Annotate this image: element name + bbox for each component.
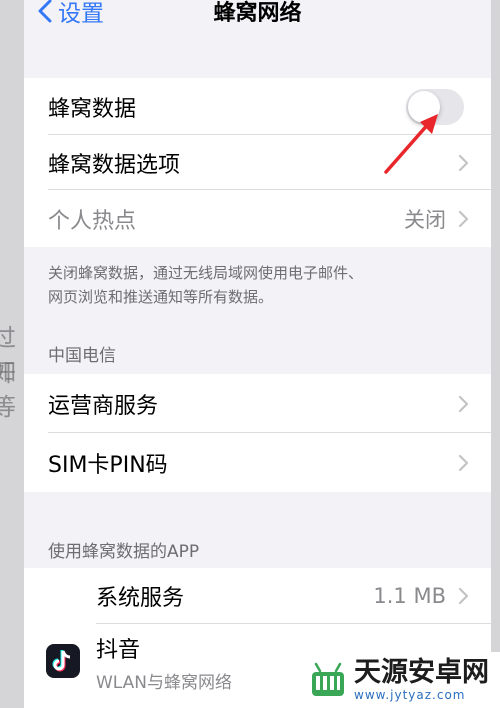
background-ghost-text: 如等 — [0, 358, 16, 421]
background-right-strip — [491, 0, 500, 708]
chevron-right-icon — [458, 587, 469, 605]
cellular-options-label: 蜂窝数据选项 — [48, 152, 181, 178]
cellular-footer-note: 关闭蜂窝数据，通过无线局域网使用电子邮件、 网页浏览和推送通知等所有数据。 — [48, 261, 478, 309]
chevron-right-icon — [458, 454, 469, 471]
chevron-right-icon — [458, 154, 469, 171]
system-services-row[interactable]: 系统服务 1.1 MB — [24, 568, 491, 624]
footer-line: 关闭蜂窝数据，通过无线局域网使用电子邮件、 — [48, 264, 364, 282]
carrier-group: 运营商服务 SIM卡PIN码 — [24, 374, 491, 492]
watermark-url: www.jytyaz.com — [354, 688, 466, 702]
sim-pin-row[interactable]: SIM卡PIN码 — [24, 433, 491, 492]
footer-line: 网页浏览和推送通知等所有数据。 — [48, 288, 274, 306]
chevron-right-icon — [458, 210, 469, 227]
watermark-name: 天源安卓网 — [354, 657, 489, 688]
douyin-label: 抖音 — [96, 638, 141, 663]
cellular-settings-screen: 设置 蜂窝网络 蜂窝数据 蜂窝数据选项 个人热点 关闭 关闭蜂窝数据，通过无线局… — [24, 0, 491, 708]
background-left-strip: 过开 如等 — [0, 0, 24, 708]
personal-hotspot-label: 个人热点 — [48, 208, 137, 234]
carrier-services-row[interactable]: 运营商服务 — [24, 374, 491, 433]
personal-hotspot-value: 关闭 — [404, 207, 446, 232]
douyin-note-icon — [52, 650, 71, 672]
watermark-text: 天源安卓网 www.jytyaz.com — [354, 657, 489, 703]
chevron-right-icon — [458, 395, 469, 412]
apps-section-header: 使用蜂窝数据的APP — [48, 542, 200, 562]
navigation-bar: 设置 蜂窝网络 — [24, 0, 491, 40]
sim-pin-label: SIM卡PIN码 — [48, 452, 168, 478]
page-title: 蜂窝网络 — [213, 1, 302, 26]
carrier-section-header: 中国电信 — [48, 346, 116, 366]
douyin-app-icon — [46, 644, 80, 678]
system-services-value: 1.1 MB — [373, 584, 446, 608]
android-robot-icon — [312, 662, 344, 696]
personal-hotspot-row[interactable]: 个人热点 关闭 — [24, 190, 491, 247]
cellular-data-label: 蜂窝数据 — [48, 96, 137, 122]
system-services-label: 系统服务 — [96, 586, 185, 611]
site-watermark: 天源安卓网 www.jytyaz.com — [300, 652, 500, 708]
red-annotation-arrow — [384, 114, 438, 174]
douyin-subtitle: WLAN与蜂窝网络 — [96, 673, 233, 693]
carrier-services-label: 运营商服务 — [48, 393, 159, 419]
douyin-text-block: 抖音 WLAN与蜂窝网络 — [96, 632, 232, 693]
